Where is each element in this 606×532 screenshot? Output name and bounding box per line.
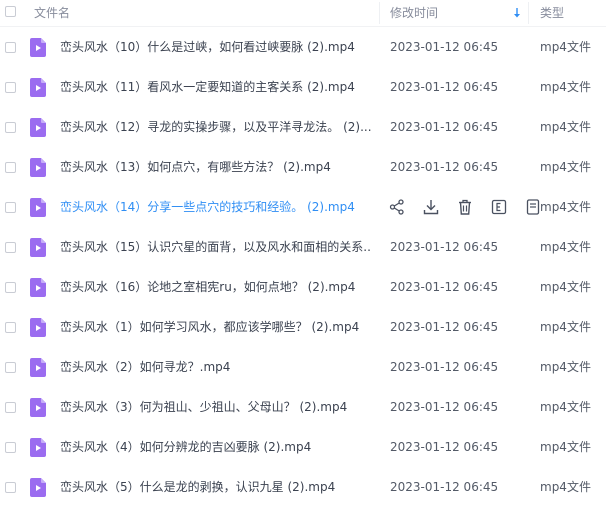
sort-descending-icon[interactable] — [512, 6, 522, 20]
column-header-name[interactable]: 文件名 — [34, 4, 70, 21]
row-select-checkbox[interactable] — [5, 442, 16, 453]
file-modified-time: 2023-01-12 06:45 — [390, 320, 499, 334]
video-file-icon — [30, 478, 46, 497]
file-row[interactable]: 峦头风水（12）寻龙的实操步骤，以及平洋寻龙法。 (2).... 2023-01-… — [0, 108, 606, 148]
file-name[interactable]: 峦头风水（11）看风水一定要知道的主客关系 (2).mp4 — [60, 79, 372, 96]
video-file-icon — [30, 38, 46, 57]
video-file-icon — [30, 118, 46, 137]
file-modified-time: 2023-01-12 06:45 — [390, 80, 499, 94]
file-row[interactable]: 峦头风水（4）如何分辨龙的吉凶要脉 (2).mp4 2023-01-12 06:4… — [0, 428, 606, 468]
file-name[interactable]: 峦头风水（16）论地之室相宪ru，如何点地？ (2).mp4 — [60, 279, 372, 296]
video-file-icon — [30, 278, 46, 297]
file-modified-time: 2023-01-12 06:45 — [390, 280, 499, 294]
file-type: mp4文件 — [540, 280, 591, 294]
file-name[interactable]: 峦头风水（14）分享一些点穴的技巧和经验。 (2).mp4 — [60, 199, 372, 216]
file-row[interactable]: 峦头风水（14）分享一些点穴的技巧和经验。 (2).mp4 mp4文件 — [0, 188, 606, 228]
file-row[interactable]: 峦头风水（3）何为祖山、少祖山、父母山？ (2).mp4 2023-01-12 0… — [0, 388, 606, 428]
row-select-checkbox[interactable] — [5, 162, 16, 173]
file-type: mp4文件 — [540, 240, 591, 254]
download-icon[interactable] — [422, 198, 440, 216]
file-row[interactable]: 峦头风水（1）如何学习风水，都应该学哪些？ (2).mp4 2023-01-12 … — [0, 308, 606, 348]
row-select-checkbox[interactable] — [5, 482, 16, 493]
file-type: mp4文件 — [540, 320, 591, 334]
row-select-checkbox[interactable] — [5, 402, 16, 413]
file-type: mp4文件 — [540, 400, 591, 414]
row-select-checkbox[interactable] — [5, 202, 16, 213]
file-type: mp4文件 — [540, 160, 591, 174]
delete-icon[interactable] — [456, 198, 474, 216]
file-list-header: 文件名 修改时间 类型 — [0, 0, 606, 27]
file-type: mp4文件 — [540, 200, 591, 214]
file-row[interactable]: 峦头风水（5）什么是龙的剥换，认识九星 (2).mp4 2023-01-12 06… — [0, 468, 606, 508]
column-header-type[interactable]: 类型 — [540, 4, 564, 21]
video-file-icon — [30, 198, 46, 217]
video-file-icon — [30, 438, 46, 457]
row-select-checkbox[interactable] — [5, 122, 16, 133]
row-select-checkbox[interactable] — [5, 82, 16, 93]
row-select-checkbox[interactable] — [5, 322, 16, 333]
file-type: mp4文件 — [540, 120, 591, 134]
file-modified-time: 2023-01-12 06:45 — [390, 120, 499, 134]
file-row[interactable]: 峦头风水（15）认识穴星的面背，以及风水和面相的关系... 2023-01-12 … — [0, 228, 606, 268]
file-row[interactable]: 峦头风水（11）看风水一定要知道的主客关系 (2).mp4 2023-01-12 … — [0, 68, 606, 108]
file-name[interactable]: 峦头风水（1）如何学习风水，都应该学哪些？ (2).mp4 — [60, 319, 372, 336]
row-select-checkbox[interactable] — [5, 362, 16, 373]
file-type: mp4文件 — [540, 360, 591, 374]
share-icon[interactable] — [388, 198, 406, 216]
select-all-checkbox[interactable] — [5, 6, 16, 17]
video-file-icon — [30, 318, 46, 337]
row-select-checkbox[interactable] — [5, 42, 16, 53]
file-type: mp4文件 — [540, 440, 591, 454]
file-name[interactable]: 峦头风水（4）如何分辨龙的吉凶要脉 (2).mp4 — [60, 439, 372, 456]
video-file-icon — [30, 358, 46, 377]
file-name[interactable]: 峦头风水（15）认识穴星的面背，以及风水和面相的关系... — [60, 239, 372, 256]
file-name[interactable]: 峦头风水（13）如何点穴，有哪些方法？ (2).mp4 — [60, 159, 372, 176]
video-file-icon — [30, 238, 46, 257]
file-row[interactable]: 峦头风水（10）什么是过峡，如何看过峡要脉 (2).mp4 2023-01-12 … — [0, 28, 606, 68]
file-modified-time: 2023-01-12 06:45 — [390, 40, 499, 54]
file-modified-time: 2023-01-12 06:45 — [390, 160, 499, 174]
file-modified-time: 2023-01-12 06:45 — [390, 240, 499, 254]
file-type: mp4文件 — [540, 40, 591, 54]
video-file-icon — [30, 398, 46, 417]
file-row[interactable]: 峦头风水（13）如何点穴，有哪些方法？ (2).mp4 2023-01-12 06… — [0, 148, 606, 188]
row-select-checkbox[interactable] — [5, 282, 16, 293]
file-type: mp4文件 — [540, 480, 591, 494]
row-actions — [388, 198, 558, 218]
file-modified-time: 2023-01-12 06:45 — [390, 360, 499, 374]
file-row[interactable]: 峦头风水（16）论地之室相宪ru，如何点地？ (2).mp4 2023-01-12… — [0, 268, 606, 308]
file-name[interactable]: 峦头风水（3）何为祖山、少祖山、父母山？ (2).mp4 — [60, 399, 372, 416]
file-row[interactable]: 峦头风水（2）如何寻龙？.mp4 2023-01-12 06:45 mp4文件 — [0, 348, 606, 388]
row-select-checkbox[interactable] — [5, 242, 16, 253]
file-modified-time: 2023-01-12 06:45 — [390, 440, 499, 454]
video-file-icon — [30, 78, 46, 97]
file-name[interactable]: 峦头风水（10）什么是过峡，如何看过峡要脉 (2).mp4 — [60, 39, 372, 56]
file-type: mp4文件 — [540, 80, 591, 94]
video-file-icon — [30, 158, 46, 177]
rename-icon[interactable] — [490, 198, 508, 216]
file-name[interactable]: 峦头风水（12）寻龙的实操步骤，以及平洋寻龙法。 (2).... — [60, 119, 372, 136]
column-header-modified-time[interactable]: 修改时间 — [390, 4, 438, 21]
column-divider[interactable] — [379, 2, 380, 24]
file-modified-time: 2023-01-12 06:45 — [390, 400, 499, 414]
column-divider[interactable] — [528, 2, 529, 24]
file-name[interactable]: 峦头风水（2）如何寻龙？.mp4 — [60, 359, 372, 376]
file-name[interactable]: 峦头风水（5）什么是龙的剥换，认识九星 (2).mp4 — [60, 479, 372, 496]
file-modified-time: 2023-01-12 06:45 — [390, 480, 499, 494]
